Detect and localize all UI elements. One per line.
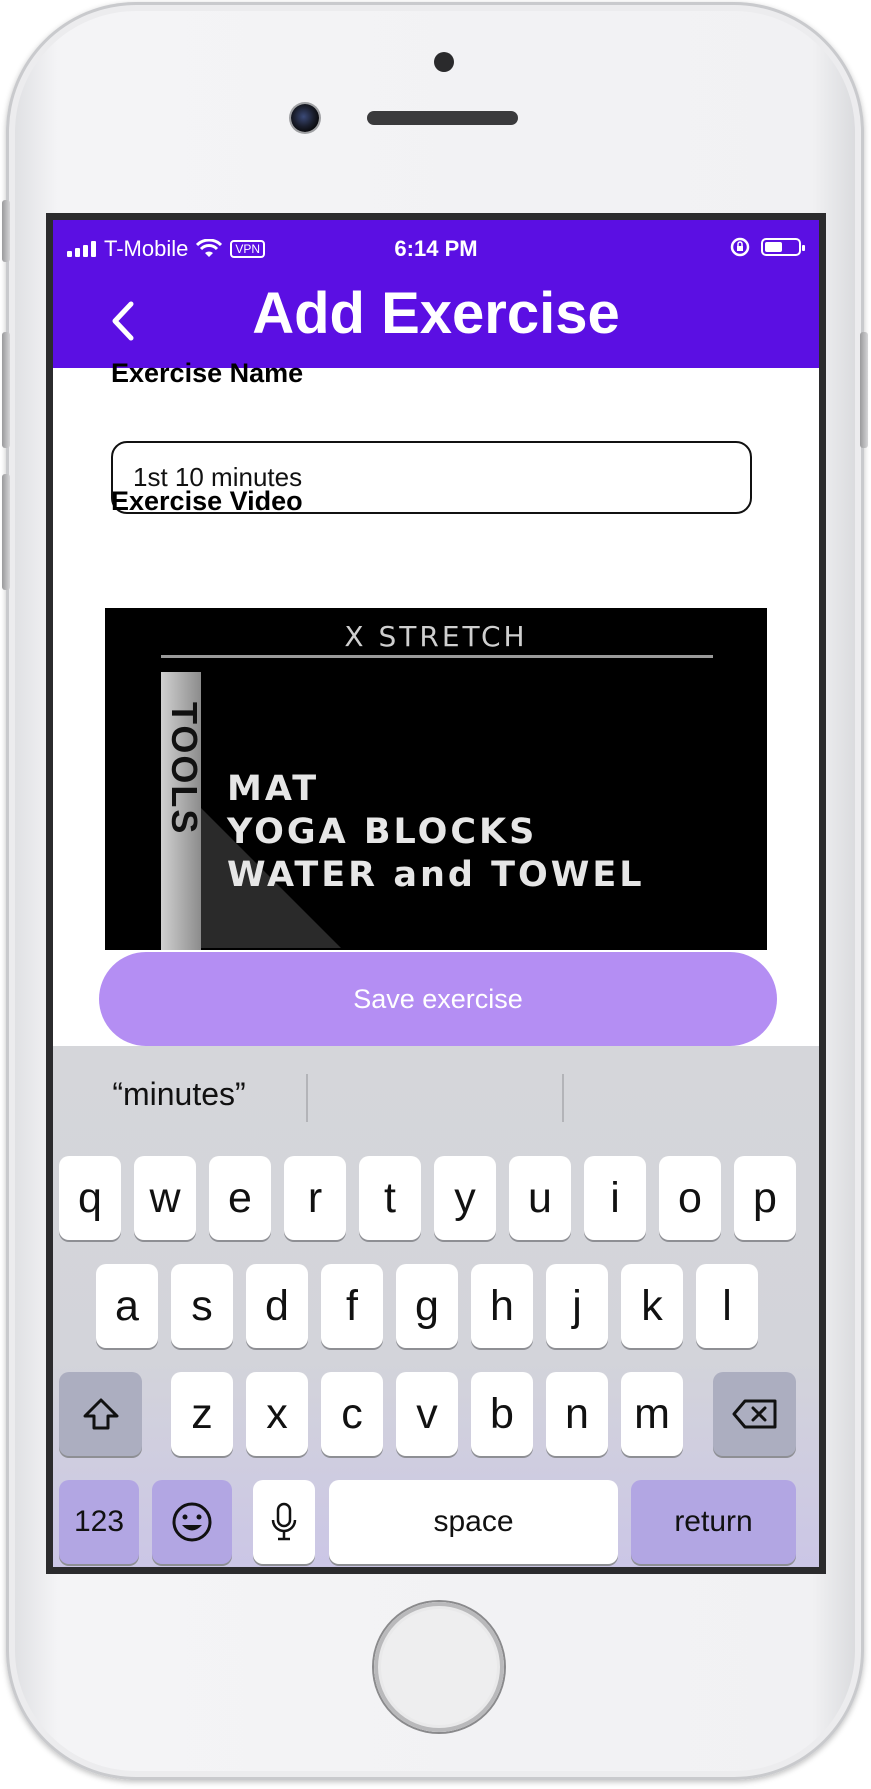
emoji-key[interactable] [152,1480,232,1564]
return-key[interactable]: return [631,1480,796,1564]
emoji-icon [172,1502,212,1542]
suggestion-item[interactable] [308,1046,560,1142]
key-t[interactable]: t [359,1156,421,1240]
header-bar: T-Mobile VPN 6:14 PM Add Exercise [53,220,819,368]
predictive-bar: “minutes” [53,1046,819,1142]
key-f[interactable]: f [321,1264,383,1348]
save-exercise-button[interactable]: Save exercise [99,952,777,1046]
dictation-key[interactable] [253,1480,315,1564]
suggestion-item[interactable] [564,1046,816,1142]
key-k[interactable]: k [621,1264,683,1348]
exercise-name-label: Exercise Name [111,358,304,388]
video-divider [161,655,713,658]
key-x[interactable]: x [246,1372,308,1456]
video-side-text: TOOLS [164,702,205,836]
key-m[interactable]: m [621,1372,683,1456]
key-q[interactable]: q [59,1156,121,1240]
orientation-lock-icon [730,237,750,257]
front-camera [291,104,319,132]
status-time: 6:14 PM [394,236,478,261]
key-c[interactable]: c [321,1372,383,1456]
key-y[interactable]: y [434,1156,496,1240]
suggestion-item[interactable]: “minutes” [53,1046,305,1142]
shift-key[interactable] [59,1372,142,1456]
key-a[interactable]: a [96,1264,158,1348]
page-title: Add Exercise [252,281,620,346]
earpiece-speaker [367,111,518,125]
exercise-video-label: Exercise Video [111,486,303,516]
key-n[interactable]: n [546,1372,608,1456]
key-d[interactable]: d [246,1264,308,1348]
video-caption-line: WATER and TOWEL [227,855,645,895]
video-brand-text: X STRETCH [344,620,528,653]
volume-down-button [2,474,10,590]
key-z[interactable]: z [171,1372,233,1456]
status-bar: T-Mobile VPN 6:14 PM [53,220,819,276]
volume-up-button [2,332,10,448]
video-side-banner: TOOLS [161,672,205,950]
proximity-sensor [434,52,454,72]
key-s[interactable]: s [171,1264,233,1348]
key-g[interactable]: g [396,1264,458,1348]
key-j[interactable]: j [546,1264,608,1348]
key-w[interactable]: w [134,1156,196,1240]
battery-icon [761,238,805,256]
video-caption-line: YOGA BLOCKS [227,812,538,852]
video-caption-line: MAT [227,769,320,809]
key-i[interactable]: i [584,1156,646,1240]
microphone-icon [271,1502,297,1541]
key-o[interactable]: o [659,1156,721,1240]
app-screen: T-Mobile VPN 6:14 PM Add Exercise Exerci… [53,220,819,1567]
key-u[interactable]: u [509,1156,571,1240]
key-r[interactable]: r [284,1156,346,1240]
key-e[interactable]: e [209,1156,271,1240]
on-screen-keyboard: “minutes” q w e r t y u i o p a s d f g … [53,1046,819,1567]
numbers-key[interactable]: 123 [59,1480,139,1564]
key-l[interactable]: l [696,1264,758,1348]
exercise-video-player[interactable]: X STRETCH TOOLS MAT YOGA BLOCKS WATER an… [105,608,767,950]
video-caption: MAT YOGA BLOCKS WATER and TOWEL [227,768,645,897]
home-button[interactable] [374,1602,504,1732]
delete-key[interactable] [713,1372,796,1456]
key-b[interactable]: b [471,1372,533,1456]
backspace-icon [732,1399,776,1429]
shift-arrow-icon [83,1398,118,1430]
key-h[interactable]: h [471,1264,533,1348]
key-v[interactable]: v [396,1372,458,1456]
space-key[interactable]: space [329,1480,618,1564]
mute-switch [2,200,10,262]
key-p[interactable]: p [734,1156,796,1240]
power-button [860,332,868,448]
